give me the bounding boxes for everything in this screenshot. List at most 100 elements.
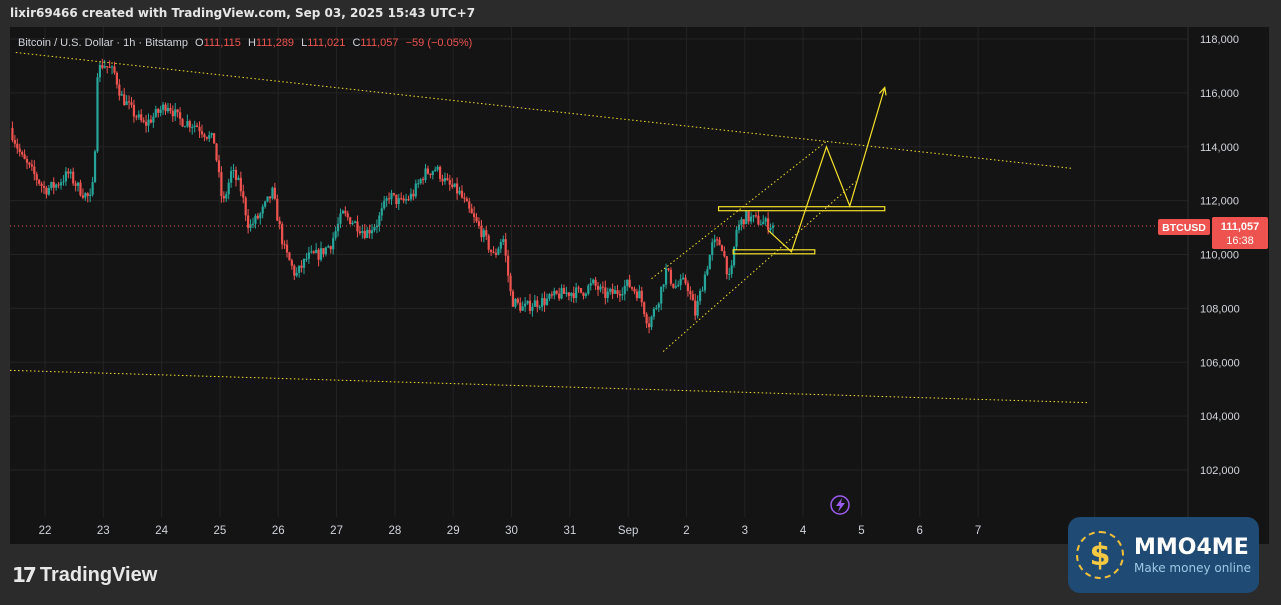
price-chart[interactable]: 102,000 104,000 106,000 108,000 110,000 112,0… — [10, 27, 1269, 544]
legend-high-label: H — [248, 37, 256, 49]
candle-body — [181, 118, 184, 127]
candle-body — [74, 183, 77, 186]
candle-body — [298, 265, 301, 273]
candle-body — [169, 107, 172, 111]
y-tick-label: 106,000 — [1200, 357, 1240, 369]
candle-body — [135, 116, 138, 118]
candle-body — [237, 177, 240, 180]
candle-body — [147, 119, 150, 126]
candle-body — [681, 277, 685, 280]
candle-body — [132, 104, 136, 117]
candle-body — [242, 191, 245, 198]
y-tick-label: 114,000 — [1200, 142, 1239, 154]
candle-body — [514, 298, 517, 307]
candle-body — [592, 279, 595, 284]
legend-symbol: Bitcoin / U.S. Dollar · 1h · Bitstamp — [18, 37, 188, 49]
candle-body — [186, 121, 189, 127]
candle-body — [198, 126, 201, 132]
candle-body — [421, 179, 425, 181]
candle-body — [424, 168, 427, 181]
candle-body — [305, 258, 308, 260]
chart-area[interactable]: 102,000 104,000 106,000 108,000 110,000 112,0… — [10, 27, 1269, 544]
candle-body — [684, 277, 687, 284]
lightning-icon[interactable] — [830, 495, 850, 515]
candle-body — [728, 273, 731, 275]
candle-body — [290, 260, 293, 266]
candle-body — [584, 293, 587, 296]
candle-body — [402, 198, 405, 201]
candle-body — [737, 224, 741, 230]
candle-body — [268, 196, 272, 199]
candle-body — [254, 215, 257, 224]
candle-body — [16, 143, 19, 149]
candle-body — [130, 102, 133, 105]
candle-body — [759, 224, 762, 226]
candle-body — [720, 245, 724, 252]
resistance-zone — [717, 206, 886, 212]
candle-body — [562, 288, 566, 294]
candle-body — [64, 171, 67, 182]
candle-body — [324, 247, 327, 255]
candle-body — [453, 183, 456, 187]
x-tick-label: 2 — [683, 525, 689, 537]
candle-body — [660, 286, 663, 304]
candle-body — [383, 200, 386, 209]
candle-body — [650, 316, 653, 328]
tradingview-logo[interactable]: 17 TradingView — [12, 563, 157, 587]
candle-body — [577, 287, 580, 289]
candle-body — [278, 220, 281, 225]
candle-body — [40, 183, 43, 187]
candle-body — [222, 196, 225, 199]
candle-body — [159, 109, 162, 113]
candle-body — [283, 244, 286, 246]
candle-body — [103, 66, 106, 68]
candle-body — [582, 292, 585, 296]
candle-body — [120, 94, 123, 96]
candle-body — [295, 272, 298, 276]
candle-body — [79, 182, 82, 196]
candle-body — [310, 251, 313, 253]
candle-body — [353, 221, 357, 223]
candle-body — [271, 187, 274, 199]
x-tick-label: 3 — [742, 525, 748, 537]
candle-body — [606, 291, 609, 298]
candle-body — [18, 148, 21, 153]
candle-body — [723, 251, 726, 257]
candle-body — [387, 198, 391, 200]
candle-body — [694, 300, 697, 316]
candle-body — [426, 168, 430, 174]
candle-body — [210, 133, 213, 136]
candle-body — [30, 164, 33, 167]
tradingview-logo-icon: 17 — [12, 563, 37, 587]
candle-body — [538, 306, 541, 308]
candle-body — [543, 298, 546, 305]
candle-body — [521, 306, 524, 311]
candle-body — [98, 65, 102, 78]
x-tick-label: 26 — [272, 525, 285, 537]
candle-body — [137, 114, 140, 118]
candle-body — [482, 230, 485, 238]
projected-path — [767, 87, 886, 253]
candle-body — [601, 286, 604, 288]
candle-body — [378, 215, 381, 226]
candle-body — [524, 303, 527, 307]
candle-body — [618, 294, 621, 296]
candle-body — [390, 193, 393, 200]
candle-body — [300, 265, 303, 268]
candle-body — [351, 222, 354, 225]
candle-body — [247, 215, 250, 228]
candle-body — [633, 288, 636, 292]
candle-body — [579, 288, 583, 293]
candle-body — [689, 291, 692, 295]
candle-body — [485, 230, 488, 236]
candle-body — [33, 166, 36, 175]
legend-low: 111,021 — [307, 37, 345, 49]
candle-body — [745, 211, 748, 225]
x-tick-label: 24 — [155, 525, 168, 537]
candles — [11, 58, 775, 334]
candle-body — [460, 190, 464, 198]
candle-body — [361, 230, 364, 234]
x-tick-label: 27 — [330, 525, 343, 537]
candle-body — [477, 221, 481, 226]
candle-body — [69, 171, 72, 174]
